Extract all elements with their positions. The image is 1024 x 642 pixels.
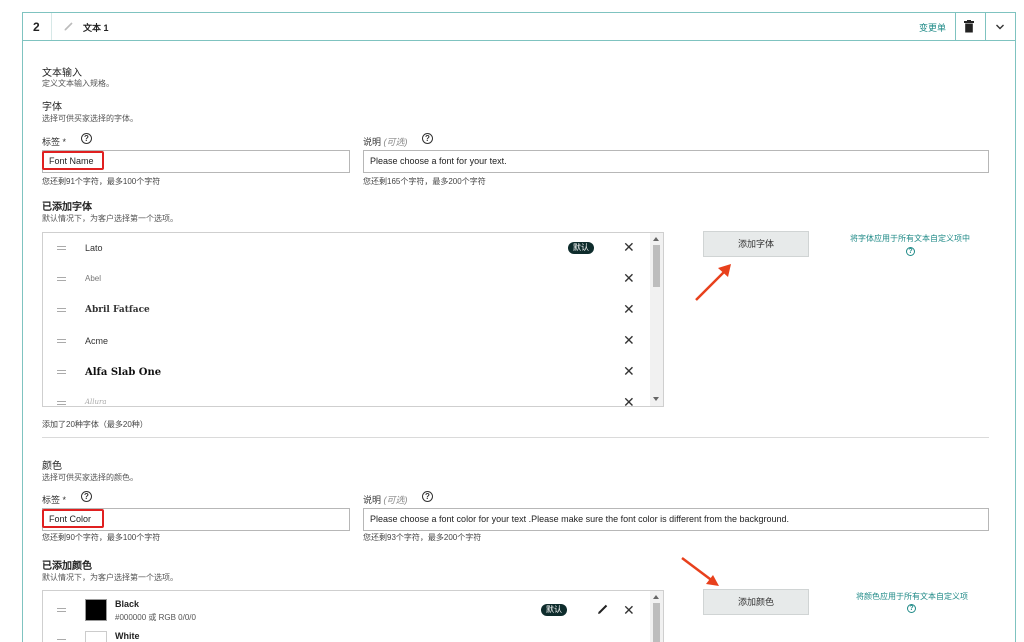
font-label-label: 标签 * <box>42 137 67 147</box>
color-swatch <box>85 599 107 621</box>
arrow-annotation-icon <box>681 557 719 586</box>
optional-text: (可选) <box>383 137 408 147</box>
add-font-button[interactable]: 添加字体 <box>703 231 809 257</box>
close-icon[interactable]: ✕ <box>623 395 635 406</box>
apply-colors-link[interactable]: 将颜色应用于所有文本自定义项 <box>817 591 1007 602</box>
font-name: Alfa Slab One <box>85 367 162 378</box>
chevron-down-icon[interactable] <box>995 23 1005 31</box>
color-desc: 选择可供买家选择的颜色。 <box>42 473 138 482</box>
color-name: Black <box>115 599 140 609</box>
added-fonts-desc: 默认情况下，为客户选择第一个选项。 <box>42 214 178 223</box>
apply-fonts-link[interactable]: 将字体应用于所有文本自定义项中 <box>815 233 1005 244</box>
panel-header: 2 文本 1 变更单 <box>23 13 1015 41</box>
close-icon[interactable]: ✕ <box>623 333 635 347</box>
help-icon[interactable]: ? <box>907 604 916 613</box>
font-name: Lato <box>85 243 103 253</box>
drag-handle-icon[interactable] <box>57 637 66 642</box>
arrow-annotation-icon <box>695 264 731 301</box>
color-title: 颜色 <box>42 461 62 472</box>
scrollbar[interactable] <box>650 591 663 642</box>
drag-handle-icon[interactable] <box>57 306 66 313</box>
scroll-thumb[interactable] <box>653 603 660 642</box>
list-item[interactable]: Lato 默认 ✕ <box>43 233 647 264</box>
added-colors-title: 已添加颜色 <box>42 561 92 572</box>
scrollbar[interactable] <box>650 233 663 406</box>
close-icon[interactable]: ✕ <box>623 271 635 285</box>
list-item[interactable]: Alfa Slab One ✕ <box>43 357 647 388</box>
item-number: 2 <box>33 20 40 34</box>
add-color-button[interactable]: 添加颜色 <box>703 589 809 615</box>
color-label-count: 您还剩90个字符，最多100个字符 <box>42 533 161 542</box>
highlight-box <box>42 509 104 528</box>
color-detail: #000000 或 RGB 0/0/0 <box>115 613 196 622</box>
help-icon[interactable]: ? <box>81 133 92 144</box>
font-title: 字体 <box>42 102 62 113</box>
color-note-count: 您还剩93个字符，最多200个字符 <box>363 533 482 542</box>
color-name: White <box>115 631 140 641</box>
color-list: Black #000000 或 RGB 0/0/0 默认 ✕ White <box>42 590 664 642</box>
trash-icon[interactable] <box>963 20 975 33</box>
font-desc: 选择可供买家选择的字体。 <box>42 114 138 123</box>
pencil-icon[interactable] <box>597 603 609 615</box>
font-name: Allura <box>85 398 107 406</box>
close-icon[interactable]: ✕ <box>623 364 635 378</box>
close-icon[interactable]: ✕ <box>623 302 635 316</box>
default-badge: 默认 <box>541 604 567 616</box>
help-icon[interactable]: ? <box>422 491 433 502</box>
drag-handle-icon[interactable] <box>57 606 66 613</box>
drag-handle-icon[interactable] <box>57 399 66 406</box>
divider <box>51 13 52 40</box>
font-note-label-text: 说明 <box>363 137 382 147</box>
close-icon[interactable]: ✕ <box>623 603 635 617</box>
list-item[interactable]: Acme ✕ <box>43 326 647 357</box>
drag-handle-icon[interactable] <box>57 337 66 344</box>
scroll-thumb[interactable] <box>653 245 660 287</box>
font-note-count: 您还剩165个字符，最多200个字符 <box>363 177 486 186</box>
font-name: Acme <box>85 336 109 346</box>
divider <box>955 13 956 40</box>
font-note-input[interactable]: Please choose a font for your text. <box>363 150 989 173</box>
drag-handle-icon[interactable] <box>57 244 66 251</box>
font-list: Lato 默认 ✕ Abel ✕ Abril Fatface ✕ Acme ✕ … <box>42 232 664 407</box>
scroll-down-icon[interactable] <box>653 397 659 401</box>
fonts-added-count: 添加了20种字体（最多20种） <box>42 420 148 429</box>
drag-handle-icon[interactable] <box>57 275 66 282</box>
color-note-input[interactable]: Please choose a font color for your text… <box>363 508 989 531</box>
font-name: Abril Fatface <box>85 305 150 315</box>
color-swatch <box>85 631 107 642</box>
font-name: Abel <box>85 274 102 283</box>
list-item[interactable]: Abel ✕ <box>43 264 647 295</box>
scroll-up-icon[interactable] <box>653 237 659 241</box>
help-icon[interactable]: ? <box>422 133 433 144</box>
highlight-box <box>42 151 104 170</box>
close-icon[interactable]: ✕ <box>623 240 635 254</box>
help-icon[interactable]: ? <box>906 247 915 256</box>
list-item[interactable]: Black #000000 或 RGB 0/0/0 默认 ✕ <box>43 591 647 629</box>
text-input-title: 文本输入 <box>42 68 82 79</box>
text-input-desc: 定义文本输入规格。 <box>42 79 114 88</box>
list-item[interactable]: White <box>43 629 647 642</box>
change-link[interactable]: 变更单 <box>919 21 946 34</box>
color-label-label: 标签 * <box>42 495 67 505</box>
added-fonts-title: 已添加字体 <box>42 202 92 213</box>
color-note-label: 说明 (可选) <box>363 493 408 506</box>
item-title: 文本 1 <box>83 23 109 33</box>
section-divider <box>42 437 989 438</box>
list-item[interactable]: Allura ✕ <box>43 388 647 406</box>
list-item[interactable]: Abril Fatface ✕ <box>43 295 647 326</box>
font-label-count: 您还剩91个字符，最多100个字符 <box>42 177 161 186</box>
help-icon[interactable]: ? <box>81 491 92 502</box>
added-colors-desc: 默认情况下，为客户选择第一个选项。 <box>42 573 178 582</box>
scroll-up-icon[interactable] <box>653 595 659 599</box>
font-note-label: 说明 (可选) <box>363 135 408 148</box>
pencil-icon[interactable] <box>63 20 75 32</box>
optional-text: (可选) <box>383 495 408 505</box>
default-badge: 默认 <box>568 242 594 254</box>
divider <box>985 13 986 40</box>
color-note-label-text: 说明 <box>363 495 382 505</box>
drag-handle-icon[interactable] <box>57 368 66 375</box>
